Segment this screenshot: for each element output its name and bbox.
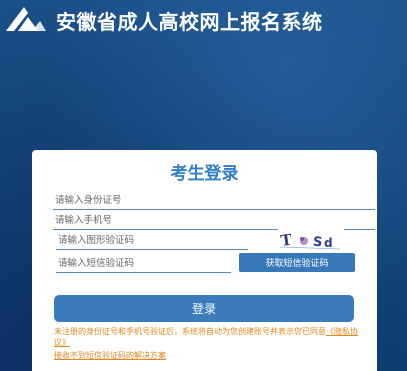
sms-code-input[interactable] [56,255,231,273]
get-sms-code-button[interactable]: 获取短信验证码 [239,253,355,272]
svg-text:d: d [324,236,333,250]
triangle-logo-icon [6,7,46,31]
site-title: 安徽省成人高校网上报名系统 [56,10,323,34]
notice-text: 未注册的身份证号和手机号验证后，系统将自动为您创建账号并表示您已同意 [54,327,326,336]
captcha-image[interactable]: T S d [278,228,344,252]
sms-help-link[interactable]: 接收不到短信验证码的解决方案 [54,350,166,361]
id-number-input[interactable] [53,192,375,210]
login-title: 考生登录 [170,164,239,184]
header: 安徽省成人高校网上报名系统 [0,0,407,40]
login-button[interactable]: 登录 [54,295,354,322]
captcha-input[interactable] [56,232,248,250]
registration-notice: 未注册的身份证号和手机号验证后，系统将自动为您创建账号并表示您已同意《隐私协议》 [54,327,359,348]
login-card: 考生登录 T S d 获取短信验证码 登录 未注册的身份证号和手机号验证后，系统… [32,150,377,371]
